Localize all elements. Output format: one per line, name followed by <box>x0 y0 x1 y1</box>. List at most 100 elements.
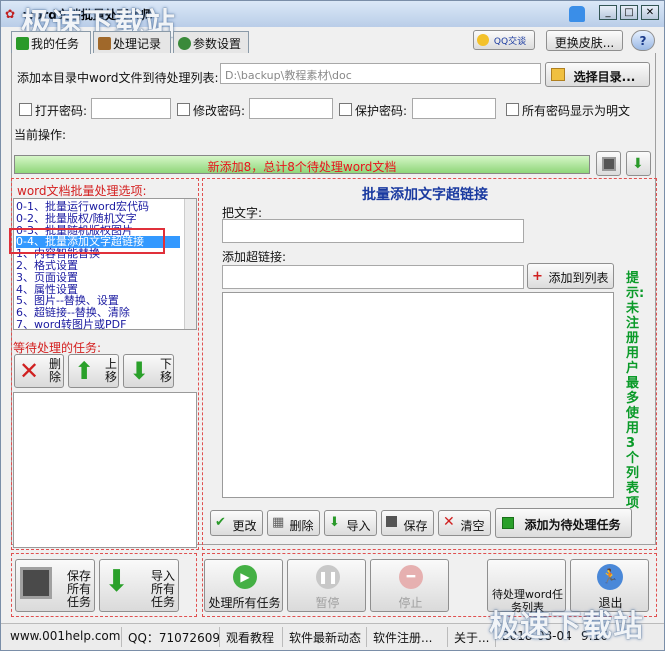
watermark: 极速下载站 <box>489 609 644 644</box>
link-url-input[interactable] <box>222 265 524 289</box>
choose-directory-button[interactable]: 选择目录... <box>545 62 650 87</box>
divider <box>282 627 283 647</box>
save-label: 保存 <box>403 519 428 533</box>
import-all-tasks-button[interactable]: ⬇ 导入所有任务 <box>99 559 179 612</box>
add-task-label: 添加为待处理任务 <box>524 518 621 532</box>
current-operation-label: 当前操作: <box>14 128 67 142</box>
move-down-button[interactable]: ⬇ 下移 <box>123 354 174 388</box>
modify-button[interactable]: ✔ 更改 <box>210 510 263 536</box>
tab-settings[interactable]: 参数设置 <box>173 31 249 53</box>
import-label: 导入 <box>346 519 371 533</box>
help-button[interactable]: ? <box>631 30 655 51</box>
close-button[interactable]: ✕ <box>641 5 659 20</box>
import-icon: ⬇ <box>329 515 340 530</box>
add-task-button[interactable]: 添加为待处理任务 <box>495 508 632 538</box>
add-to-list-label: 添加到列表 <box>548 271 609 285</box>
link-list[interactable] <box>222 292 614 498</box>
tab-label: 参数设置 <box>193 37 242 51</box>
delete-task-label: 删除 <box>49 357 62 384</box>
divider <box>121 627 122 647</box>
change-skin-button[interactable]: 更换皮肤... <box>546 30 623 51</box>
qq-chat-button[interactable]: QQ交谈 <box>473 30 535 50</box>
move-up-label: 上移 <box>105 357 118 384</box>
status-register-link[interactable]: 软件注册... <box>373 629 432 646</box>
tab-records[interactable]: 处理记录 <box>93 31 171 53</box>
floppy-icon <box>602 157 616 171</box>
pause-button[interactable]: ❚❚ 暂停 <box>287 559 366 612</box>
pending-task-list[interactable] <box>13 392 197 548</box>
stop-icon: ━ <box>399 565 423 589</box>
delete-button[interactable]: ▦ 删除 <box>267 510 320 536</box>
modify-password-checkbox[interactable] <box>177 103 190 116</box>
app-window: ✿ word文档批量处理大师 极速下载站 _ □ ✕ 我的任务 处理记录 参数设… <box>0 0 665 651</box>
add-directory-label: 添加本目录中word文件到待处理列表: <box>17 71 219 85</box>
folder-icon <box>551 68 565 81</box>
modify-password-label: 修改密码: <box>193 104 246 118</box>
save-all-tasks-button[interactable]: 保存所有任务 <box>15 559 95 612</box>
down-arrow-icon: ⬇ <box>129 357 150 385</box>
open-password-checkbox[interactable] <box>19 103 32 116</box>
tab-my-tasks[interactable]: 我的任务 <box>11 31 91 54</box>
divider <box>366 627 367 647</box>
briefcase-icon <box>98 37 111 50</box>
options-list[interactable]: 0-1、批量运行word宏代码 0-2、批量版权/随机文字 0-3、批量随机版权图片… <box>13 198 197 330</box>
import-disk-icon: ⬇ <box>104 564 130 599</box>
exit-icon: 🏃 <box>597 564 623 590</box>
qq-chat-label: QQ交谈 <box>493 37 527 47</box>
process-all-label: 处理所有任务 <box>208 596 281 610</box>
maximize-button[interactable]: □ <box>620 5 638 20</box>
x-icon: ✕ <box>19 357 40 385</box>
option-item[interactable]: 3、页面设置 <box>16 271 78 284</box>
status-about-link[interactable]: 关于... <box>454 629 489 646</box>
status-tutorial-link[interactable]: 观看教程 <box>226 629 274 646</box>
option-item[interactable]: 7、word转图片或PDF <box>16 319 126 330</box>
link-text-input[interactable] <box>222 219 524 243</box>
qq-icon <box>477 34 489 46</box>
stop-button[interactable]: ━ 停止 <box>370 559 449 612</box>
add-to-list-button[interactable]: + 添加到列表 <box>527 263 614 289</box>
save-button[interactable]: 保存 <box>381 510 434 536</box>
minimize-button[interactable]: _ <box>599 5 617 20</box>
modify-label: 更改 <box>232 519 257 533</box>
directory-input[interactable]: D:\backup\教程素材\doc <box>220 63 541 84</box>
open-password-input[interactable] <box>91 98 171 119</box>
floppy-icon <box>386 516 397 527</box>
show-plain-checkbox[interactable] <box>506 103 519 116</box>
save-all-label: 保存所有任务 <box>66 569 91 609</box>
status-news-link[interactable]: 软件最新动态 <box>289 629 361 646</box>
status-website[interactable]: www.001help.com <box>10 629 120 643</box>
move-down-label: 下移 <box>160 357 173 384</box>
import-button[interactable]: ⬇ 导入 <box>324 510 377 536</box>
process-all-button[interactable]: ▶ 处理所有任务 <box>204 559 283 612</box>
hint-text: 提示:未注册用户最多使用3个列表项 <box>626 271 645 511</box>
add-icon: + <box>532 269 543 284</box>
clear-label: 清空 <box>460 519 485 533</box>
save-list-button[interactable] <box>596 151 621 176</box>
tab-label: 我的任务 <box>31 37 80 51</box>
pause-icon: ❚❚ <box>316 565 340 589</box>
floppy-icon <box>20 567 52 599</box>
stop-label: 停止 <box>398 596 423 610</box>
title-bar: ✿ word文档批量处理大师 极速下载站 _ □ ✕ <box>1 1 664 42</box>
delete-task-button[interactable]: ✕ 删除 <box>14 354 64 388</box>
shirt-icon[interactable] <box>569 6 585 22</box>
option-item[interactable]: 0-2、批量版权/随机文字 <box>16 212 137 225</box>
divider <box>219 627 220 647</box>
protect-password-input[interactable] <box>412 98 496 119</box>
modify-password-input[interactable] <box>249 98 333 119</box>
clear-x-icon: ✕ <box>443 514 455 530</box>
clear-button[interactable]: ✕ 清空 <box>438 510 491 536</box>
options-scrollbar[interactable] <box>184 199 196 329</box>
up-arrow-icon: ⬆ <box>74 357 95 385</box>
download-button[interactable]: ⬇ <box>626 151 651 176</box>
move-up-button[interactable]: ⬆ 上移 <box>68 354 119 388</box>
protect-password-checkbox[interactable] <box>339 103 352 116</box>
app-logo-icon: ✿ <box>5 7 16 21</box>
link-label: 添加超链接: <box>222 250 287 264</box>
show-plain-label: 所有密码显示为明文 <box>522 104 631 118</box>
options-title: word文档批量处理选项: <box>17 184 147 198</box>
add-task-icon <box>502 517 514 529</box>
pause-label: 暂停 <box>315 596 340 610</box>
download-icon: ⬇ <box>632 156 644 172</box>
protect-password-label: 保护密码: <box>355 104 408 118</box>
